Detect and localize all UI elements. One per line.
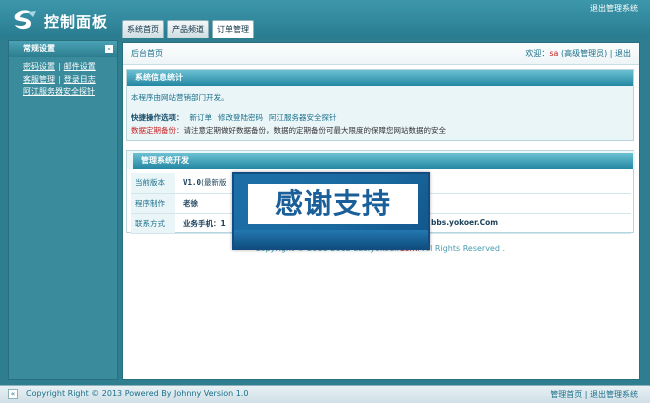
tab-orders[interactable]: 订单管理: [212, 20, 254, 38]
dev-panel-title: 管理系统开发: [133, 153, 633, 169]
stats-panel: 系统信息统计 本程序由网站营销部门开发。 快捷操作选项： 新订单 修改登陆密码 阿江服…: [126, 69, 634, 141]
footer-logout-link[interactable]: 退出管理系统: [590, 390, 638, 399]
contact-site[interactable]: bbs.yokoer.Com: [431, 218, 498, 227]
row-key: 程序制作: [131, 193, 175, 214]
footer-links: 管理首页 | 退出管理系统: [550, 390, 638, 399]
quick-link-new-order[interactable]: 新订单: [190, 113, 213, 122]
backup-label: 数据定期备份：: [131, 126, 184, 135]
top-tabs: 系统首页 产品频道 订单管理: [122, 20, 254, 38]
backup-notice: 数据定期备份：请注意定期做好数据备份，数据的定期备份可最大限度的保障您网站数据的…: [127, 125, 446, 136]
current-user: sa: [549, 49, 559, 58]
sidebar-links: 密码设置 | 邮件设置 客服管理 | 登录日志 阿江服务器安全探针: [23, 62, 96, 96]
version-value: V1.0: [183, 178, 202, 188]
thanks-banner: 感谢支持: [232, 172, 430, 250]
welcome-area: 欢迎：sa (高级管理员) | 退出: [525, 49, 631, 58]
app-title: 控制面板: [44, 13, 109, 31]
top-logout-link[interactable]: 退出管理系统: [590, 3, 638, 14]
sidebar-item-support[interactable]: 客服管理: [23, 75, 55, 84]
tab-home[interactable]: 系统首页: [122, 20, 164, 38]
footer-home-link[interactable]: 管理首页: [550, 390, 582, 399]
tab-products[interactable]: 产品频道: [167, 20, 209, 38]
quick-actions: 快捷操作选项： 新订单 修改登陆密码 阿江服务器安全探针: [131, 113, 337, 122]
footer-copyright: Copyright Right © 2013 Powered By Johnny…: [26, 389, 249, 398]
breadcrumb-home[interactable]: 后台首页: [131, 49, 163, 58]
sidebar-toggle-icon[interactable]: «: [8, 389, 18, 399]
intro-text: 本程序由网站营销部门开发。: [131, 93, 229, 102]
row-key: 联系方式: [131, 213, 175, 234]
sidebar-item-server-probe[interactable]: 阿江服务器安全探针: [23, 87, 95, 96]
quick-link-server-probe[interactable]: 阿江服务器安全探针: [269, 113, 337, 122]
stats-panel-title: 系统信息统计: [127, 70, 633, 86]
sidebar: 常规设置 - 密码设置 | 邮件设置 客服管理 | 登录日志 阿江服务器安全探针: [8, 40, 118, 380]
banner-bar: [234, 230, 428, 248]
logo-icon: [14, 10, 36, 30]
contact-value: 业务手机：1: [183, 218, 226, 228]
logout-link[interactable]: 退出: [615, 49, 631, 58]
row-key: 当前版本: [131, 173, 175, 194]
user-role: (高级管理员): [560, 49, 608, 58]
backup-text: 请注意定期做好数据备份，数据的定期备份可最大限度的保障您网站数据的安全: [183, 126, 447, 135]
top-bar: 控制面板 退出管理系统 系统首页 产品频道 订单管理: [0, 0, 650, 38]
collapse-icon[interactable]: -: [105, 45, 113, 53]
sidebar-item-mail[interactable]: 邮件设置: [64, 62, 96, 71]
sidebar-header: 常规设置 -: [9, 41, 117, 57]
thanks-text: 感谢支持: [248, 184, 418, 224]
sidebar-item-password[interactable]: 密码设置: [23, 62, 55, 71]
breadcrumb: 后台首页 欢迎：sa (高级管理员) | 退出: [123, 43, 639, 65]
quick-link-change-password[interactable]: 修改登陆密码: [218, 113, 263, 122]
footer: « Copyright Right © 2013 Powered By John…: [0, 385, 650, 403]
sidebar-item-login-log[interactable]: 登录日志: [64, 75, 96, 84]
sidebar-title: 常规设置: [23, 44, 55, 53]
